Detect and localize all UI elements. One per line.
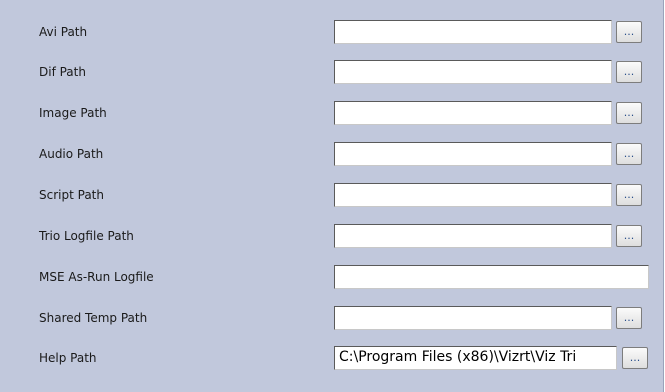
shared-temp-path-row: Shared Temp Path ... (0, 306, 663, 332)
avi-path-input[interactable] (334, 20, 612, 44)
dif-path-label: Dif Path (39, 65, 86, 79)
help-path-browse-button[interactable]: ... (622, 347, 648, 369)
avi-path-row: Avi Path ... (0, 20, 663, 46)
audio-path-input[interactable] (334, 142, 612, 166)
mse-as-run-logfile-row: MSE As-Run Logfile (0, 265, 663, 291)
avi-path-browse-button[interactable]: ... (616, 21, 642, 43)
dif-path-input[interactable] (334, 60, 612, 84)
script-path-label: Script Path (39, 188, 104, 202)
script-path-input[interactable] (334, 183, 612, 207)
image-path-row: Image Path ... (0, 101, 663, 127)
avi-path-label: Avi Path (39, 25, 88, 39)
help-path-input[interactable]: C:\Program Files (x86)\Vizrt\Viz Tri (334, 346, 617, 370)
settings-panel: Avi Path ... Dif Path ... Image Path ...… (0, 0, 664, 392)
image-path-label: Image Path (39, 106, 107, 120)
shared-temp-path-label: Shared Temp Path (39, 311, 148, 325)
help-path-row: Help Path C:\Program Files (x86)\Vizrt\V… (0, 346, 663, 372)
dif-path-browse-button[interactable]: ... (616, 61, 642, 83)
script-path-browse-button[interactable]: ... (616, 184, 642, 206)
image-path-input[interactable] (334, 101, 612, 125)
image-path-browse-button[interactable]: ... (616, 102, 642, 124)
audio-path-label: Audio Path (39, 147, 104, 161)
shared-temp-path-input[interactable] (334, 306, 612, 330)
trio-logfile-path-input[interactable] (334, 224, 612, 248)
trio-logfile-path-label: Trio Logfile Path (39, 229, 134, 243)
trio-logfile-path-browse-button[interactable]: ... (616, 225, 642, 247)
mse-as-run-logfile-input[interactable] (334, 265, 649, 289)
help-path-label: Help Path (39, 351, 97, 365)
script-path-row: Script Path ... (0, 183, 663, 209)
audio-path-browse-button[interactable]: ... (616, 143, 642, 165)
mse-as-run-logfile-label: MSE As-Run Logfile (39, 270, 154, 284)
dif-path-row: Dif Path ... (0, 60, 663, 86)
shared-temp-path-browse-button[interactable]: ... (616, 307, 642, 329)
audio-path-row: Audio Path ... (0, 142, 663, 168)
trio-logfile-path-row: Trio Logfile Path ... (0, 224, 663, 250)
